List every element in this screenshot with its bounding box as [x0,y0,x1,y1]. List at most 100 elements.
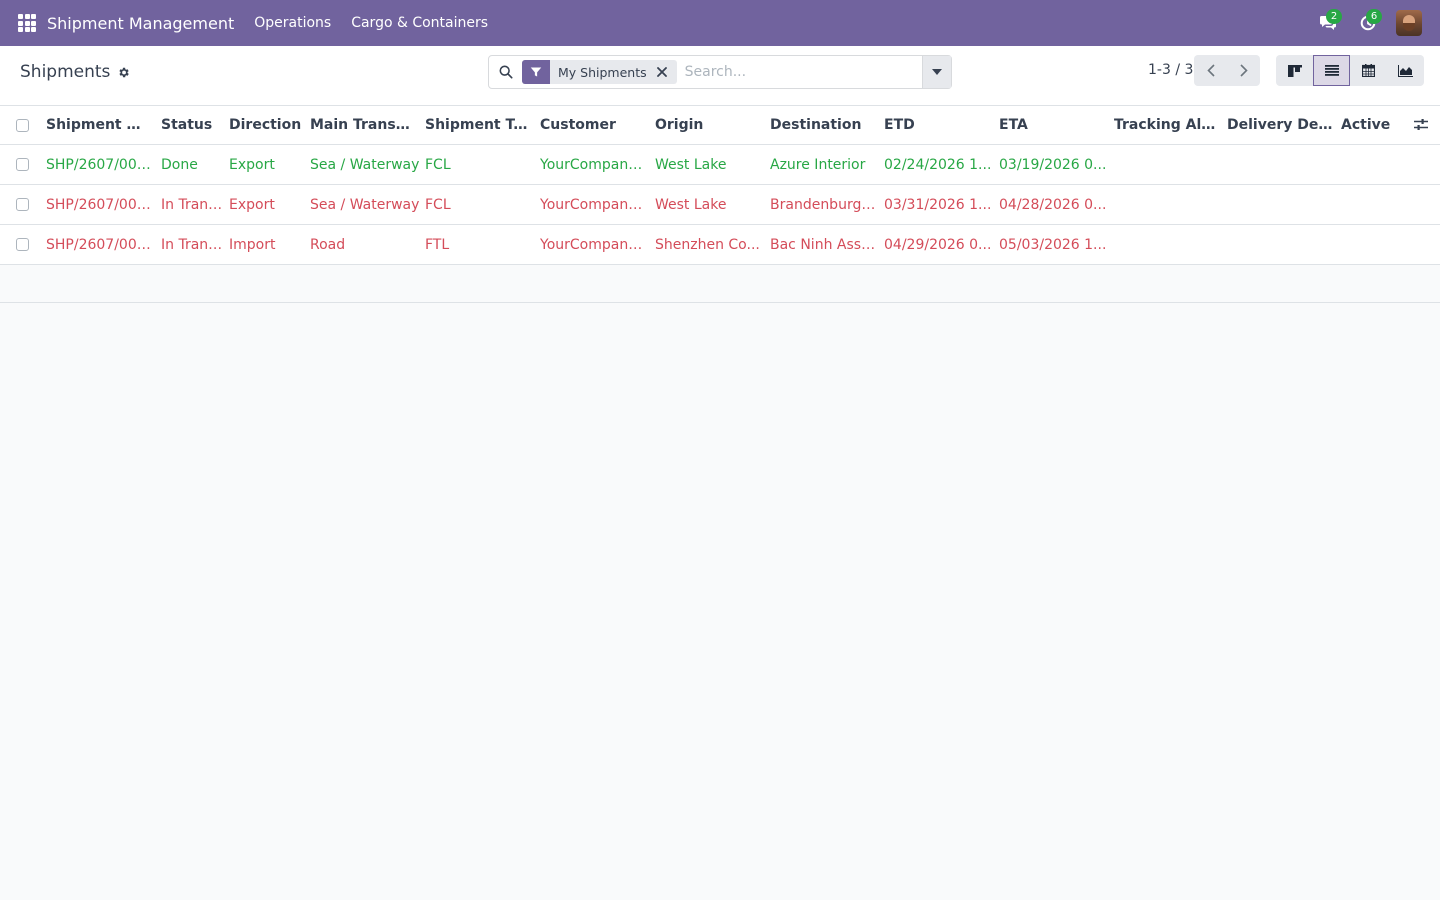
row-checkbox[interactable] [16,238,29,251]
column-header-destination[interactable]: Destination [770,106,878,144]
view-graph-button[interactable] [1387,55,1424,86]
facet-label: My Shipments [558,64,647,80]
cell-eta: 03/19/2026 0... [999,156,1107,173]
cell-etd: 04/29/2026 0... [884,236,992,253]
column-header-tracking-alert[interactable]: Tracking Alert [1114,106,1222,144]
chevron-left-icon [1206,64,1215,77]
pager-previous-button[interactable] [1194,55,1227,86]
messages-count-badge: 2 [1326,9,1342,24]
cell-shipment-type: FCL [425,156,451,173]
area-chart-icon [1398,64,1413,77]
cell-direction: Import [229,236,276,253]
pager-value[interactable]: 1-3 / 3 [1148,62,1193,78]
cell-reference: SHP/2607/000... [46,236,154,253]
cell-eta: 04/28/2026 0... [999,196,1107,213]
list-header-row: Shipment R... Status Direction Main Tran… [0,106,1440,145]
app-menu-button[interactable] [10,0,44,46]
column-header-main-transport[interactable]: Main Transp... [310,106,418,144]
view-calendar-button[interactable] [1350,55,1387,86]
search-options-toggle[interactable] [922,56,951,88]
table-row[interactable]: SHP/2607/000... In Transit Import Road F… [0,225,1440,265]
column-header-active[interactable]: Active [1341,106,1401,144]
gear-icon [119,67,130,77]
table-row[interactable]: SHP/2607/000... In Transit Export Sea / … [0,185,1440,225]
cell-etd: 02/24/2026 1... [884,156,992,173]
chevron-right-icon [1239,64,1248,77]
sliders-icon [1414,119,1428,130]
actions-gear-button[interactable] [117,66,130,79]
activities-button[interactable]: 6 [1348,0,1388,46]
column-header-eta[interactable]: ETA [999,106,1107,144]
menu-operations[interactable]: Operations [244,0,341,46]
search-input[interactable] [684,57,922,87]
cell-main-transport: Road [310,236,346,253]
column-header-delivery-delay[interactable]: Delivery Del... [1227,106,1335,144]
row-checkbox[interactable] [16,158,29,171]
activities-count-badge: 6 [1366,9,1382,24]
cell-main-transport: Sea / Waterway [310,196,420,213]
menu-cargo-containers[interactable]: Cargo & Containers [341,0,498,46]
top-navbar: Shipment Management Operations Cargo & C… [0,0,1440,46]
column-header-direction[interactable]: Direction [229,106,305,144]
column-header-customer[interactable]: Customer [540,106,648,144]
column-header-status[interactable]: Status [161,106,221,144]
search-bar: My Shipments [488,55,952,89]
user-avatar[interactable] [1396,10,1422,36]
messages-button[interactable]: 2 [1308,0,1348,46]
view-kanban-button[interactable] [1276,55,1313,86]
cell-origin: West Lake [655,196,727,213]
breadcrumb: Shipments [20,62,130,82]
cell-etd: 03/31/2026 1... [884,196,992,213]
cell-origin: West Lake [655,156,727,173]
cell-direction: Export [229,156,275,173]
cell-origin: Shenzhen Co... [655,236,760,253]
column-header-etd[interactable]: ETD [884,106,992,144]
cell-status: In Transit [161,196,223,213]
cell-eta: 05/03/2026 1... [999,236,1107,253]
apps-grid-icon [18,14,36,32]
row-checkbox[interactable] [16,198,29,211]
shipments-list: Shipment R... Status Direction Main Tran… [0,106,1440,303]
pager-next-button[interactable] [1227,55,1260,86]
list-icon [1324,65,1339,76]
view-switcher [1276,55,1424,86]
row-select-cell [16,145,36,184]
cell-customer: YourCompany,... [540,156,648,173]
remove-facet-button[interactable] [656,60,677,84]
select-all-checkbox[interactable] [16,118,29,132]
cell-customer: YourCompany,... [540,236,648,253]
row-select-cell [16,225,36,264]
column-header-origin[interactable]: Origin [655,106,763,144]
page-title: Shipments [20,62,111,82]
cell-reference: SHP/2607/000... [46,156,154,173]
column-header-reference[interactable]: Shipment R... [46,106,146,144]
app-name[interactable]: Shipment Management [47,14,234,33]
search-icon [489,65,522,79]
close-icon [656,67,667,77]
cell-destination: Azure Interior [770,156,866,173]
cell-shipment-type: FTL [425,236,450,253]
systray: 2 6 [1308,0,1440,46]
search-facet-my-shipments: My Shipments [522,60,677,84]
table-row[interactable]: SHP/2607/000... Done Export Sea / Waterw… [0,145,1440,185]
view-list-button[interactable] [1313,55,1350,86]
cell-main-transport: Sea / Waterway [310,156,420,173]
filter-icon [522,60,550,84]
select-all-cell [16,106,36,144]
kanban-icon [1287,64,1302,77]
cell-status: Done [161,156,198,173]
control-panel: Shipments My Shipments Search... 1-3 / 3 [0,46,1440,106]
caret-down-icon [932,69,942,75]
column-header-shipment-type[interactable]: Shipment Ty... [425,106,533,144]
calendar-icon [1362,64,1375,77]
cell-shipment-type: FCL [425,196,451,213]
cell-reference: SHP/2607/000... [46,196,154,213]
cell-direction: Export [229,196,275,213]
list-footer [0,265,1440,303]
cell-status: In Transit [161,236,223,253]
cell-destination: Bac Ninh Asse... [770,236,878,253]
row-select-cell [16,185,36,224]
cell-destination: Brandenburge... [770,196,878,213]
optional-columns-toggle[interactable] [1414,118,1428,135]
cell-customer: YourCompany,... [540,196,648,213]
